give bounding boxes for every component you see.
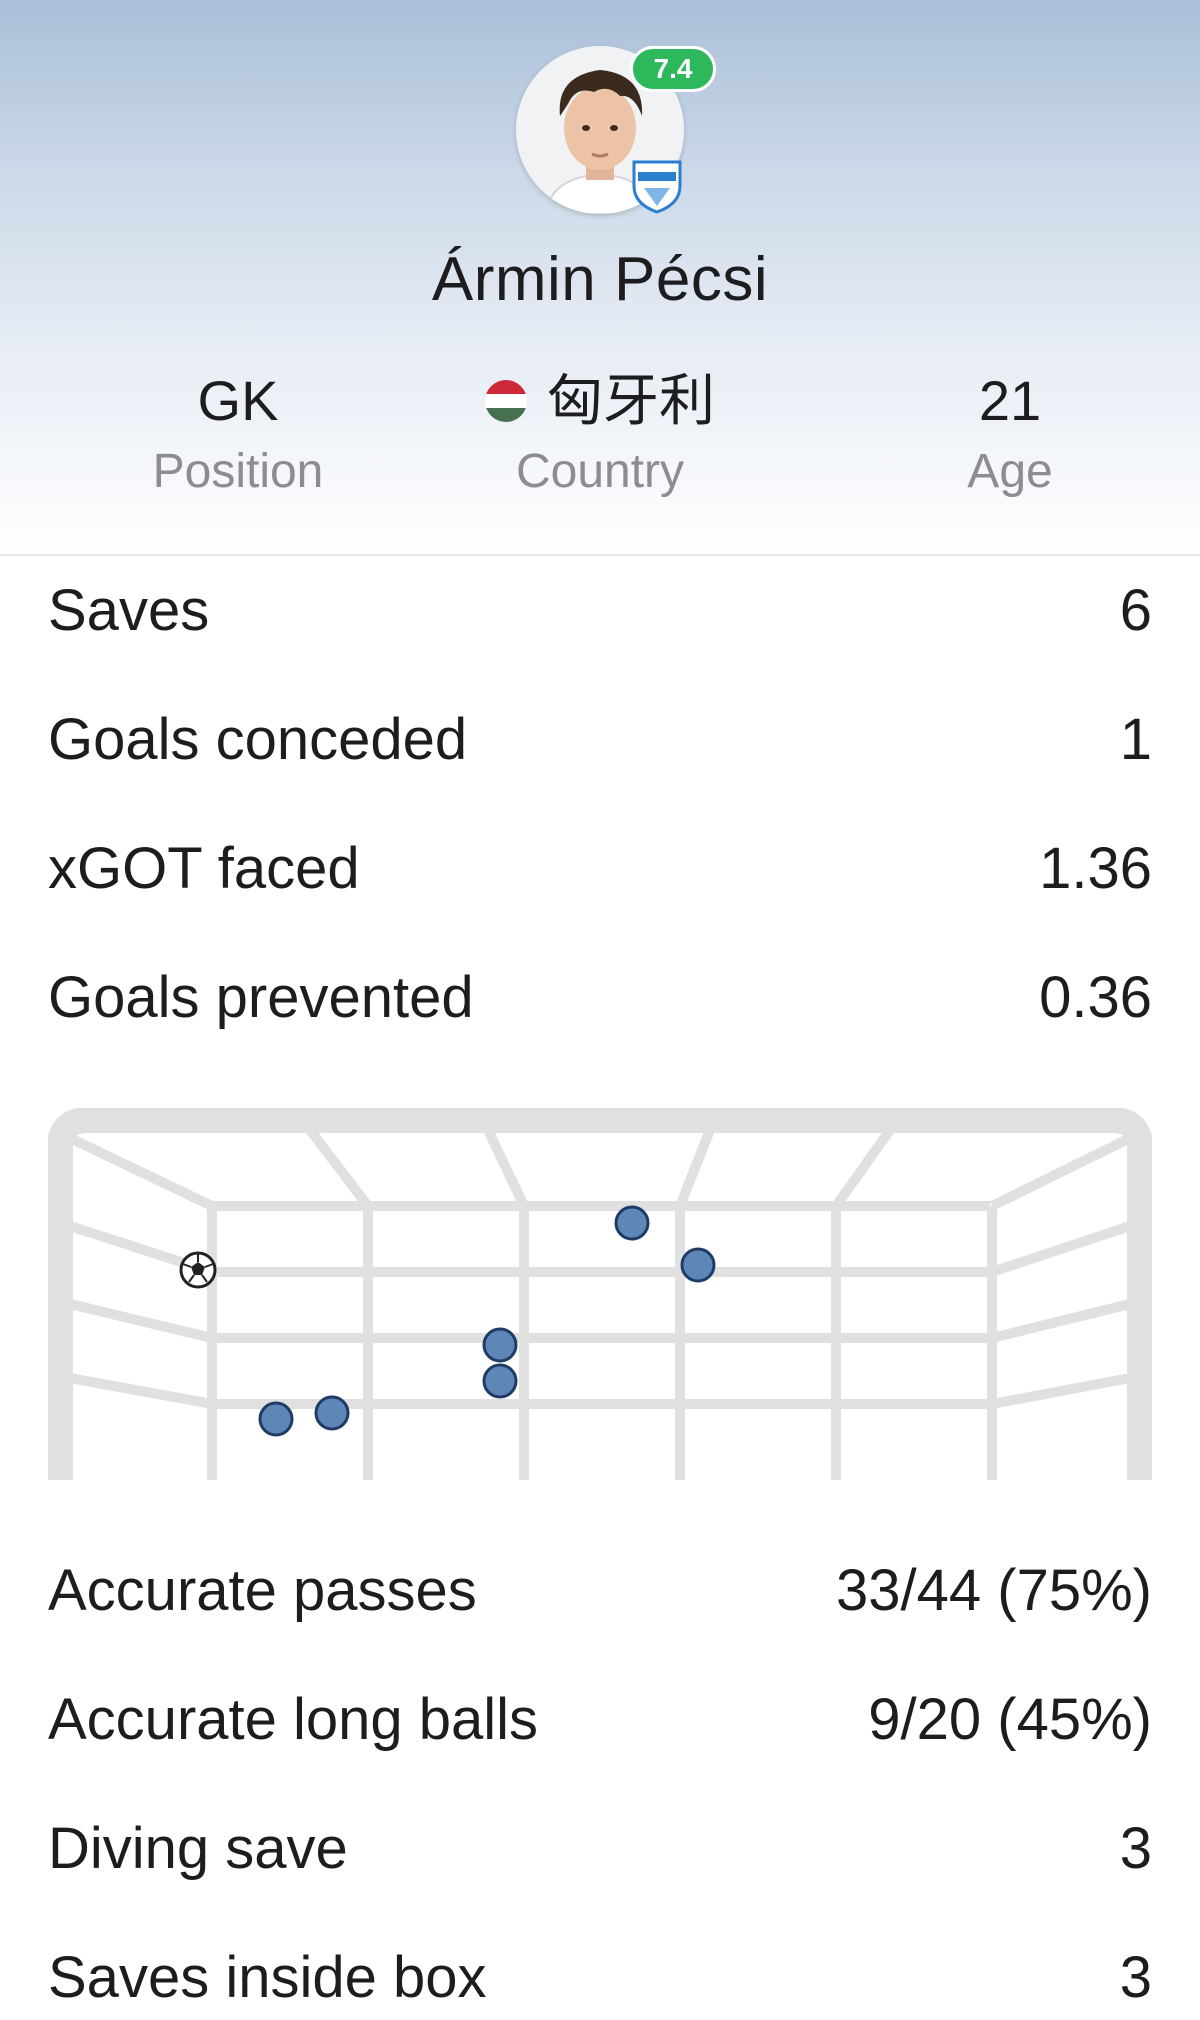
position-value: GK: [197, 369, 279, 432]
soccer-ball-icon[interactable]: [179, 1251, 217, 1289]
country-label: Country: [515, 445, 685, 498]
stat-label: Saves: [48, 577, 210, 643]
stat-row-diving-save: Diving save 3: [48, 1808, 1152, 1888]
stat-value: 1: [1119, 706, 1152, 772]
stat-value: 3: [1119, 1815, 1152, 1881]
stat-label: Accurate passes: [48, 1557, 477, 1623]
stat-row-accurate-passes: Accurate passes 33/44 (75%): [48, 1550, 1152, 1630]
rating-badge: 7.4: [630, 46, 716, 92]
stat-value: 9/20 (45%): [868, 1686, 1152, 1752]
stat-label: Goals prevented: [48, 964, 474, 1030]
hungary-flag-icon: [485, 380, 527, 422]
age-value: 21: [978, 369, 1042, 432]
position-label: Position: [152, 445, 324, 498]
country-info: 匈牙利 Country: [450, 364, 750, 502]
stat-label: Diving save: [48, 1815, 348, 1881]
save-marker[interactable]: [258, 1401, 294, 1437]
stat-label: Accurate long balls: [48, 1686, 539, 1752]
stat-row-accurate-long-balls: Accurate long balls 9/20 (45%): [48, 1679, 1152, 1759]
save-marker[interactable]: [482, 1363, 518, 1399]
stat-row-saves: Saves 6: [48, 570, 1152, 650]
stat-value: 3: [1119, 1944, 1152, 2010]
save-marker[interactable]: [482, 1327, 518, 1363]
avatar-container: 7.4: [516, 46, 716, 214]
stat-label: Goals conceded: [48, 706, 468, 772]
country-value-row: 匈牙利: [450, 364, 750, 438]
stat-row-goals-conceded: Goals conceded 1: [48, 699, 1152, 779]
save-marker[interactable]: [614, 1205, 650, 1241]
stat-row-saves-inside-box: Saves inside box 3: [48, 1937, 1152, 2017]
stat-value: 1.36: [1039, 835, 1152, 901]
age-label: Age: [967, 445, 1053, 498]
goal-map[interactable]: [48, 1108, 1152, 1480]
stat-row-xgot-faced: xGOT faced 1.36: [48, 828, 1152, 908]
save-marker[interactable]: [680, 1247, 716, 1283]
position-info: GK Position: [88, 364, 388, 502]
stat-row-goals-prevented: Goals prevented 0.36: [48, 957, 1152, 1037]
age-info: 21 Age: [860, 364, 1160, 502]
player-name: Ármin Pécsi: [431, 245, 769, 314]
save-marker[interactable]: [314, 1395, 350, 1431]
goal-net: [48, 1108, 1152, 1480]
player-header: 7.4 Ármin Pécsi GK Position 匈牙利 Country: [0, 0, 1200, 556]
club-badge-icon: [630, 158, 684, 214]
stat-value: 33/44 (75%): [836, 1557, 1152, 1623]
stat-label: xGOT faced: [48, 835, 360, 901]
stat-value: 0.36: [1039, 964, 1152, 1030]
stat-label: Saves inside box: [48, 1944, 487, 2010]
country-value: 匈牙利: [547, 369, 715, 432]
stat-value: 6: [1119, 577, 1152, 643]
